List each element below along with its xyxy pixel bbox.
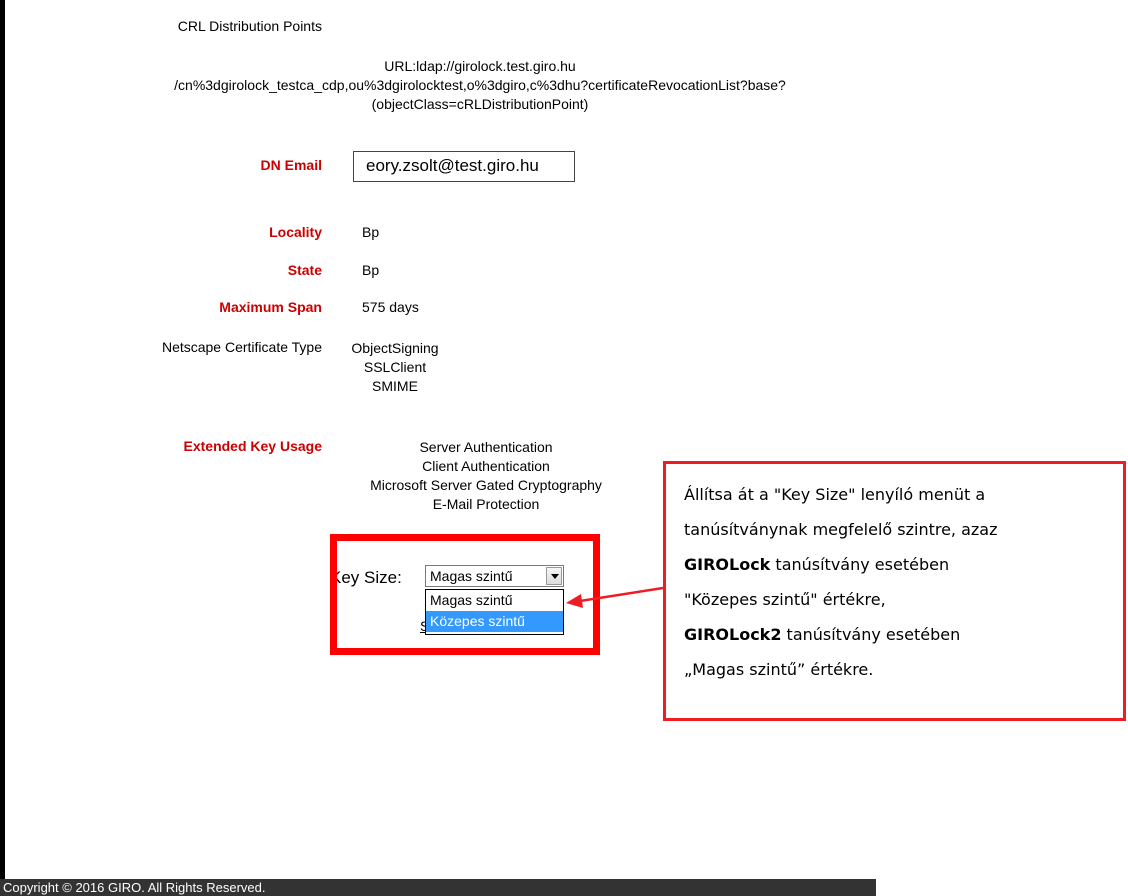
dn-email-field[interactable]: eory.zsolt@test.giro.hu bbox=[353, 151, 575, 182]
annotation-highlight-box bbox=[330, 534, 600, 655]
left-border bbox=[0, 0, 5, 896]
callout-line: Állítsa át a "Key Size" lenyíló menüt a bbox=[684, 485, 986, 504]
netscape-type-item: SSLClient bbox=[363, 359, 427, 375]
eku-item: Client Authentication bbox=[422, 458, 550, 474]
crl-line-1: URL:ldap://girolock.test.giro.hu bbox=[384, 58, 576, 74]
footer-copyright: Copyright © 2016 GIRO. All Rights Reserv… bbox=[0, 879, 876, 896]
netscape-type-label: Netscape Certificate Type bbox=[161, 339, 322, 355]
max-span-value: 575 days bbox=[362, 299, 419, 315]
eku-values: Server Authentication Client Authenticat… bbox=[346, 438, 626, 514]
callout-line: „Magas szintű” értékre. bbox=[684, 660, 874, 679]
max-span-label: Maximum Span bbox=[219, 299, 322, 315]
crl-line-2: /cn%3dgirolock_testca_cdp,ou%3dgirolockt… bbox=[174, 77, 786, 93]
callout-text: tanúsítvány esetében bbox=[770, 555, 950, 574]
eku-label: Extended Key Usage bbox=[183, 438, 323, 454]
callout-line: GIROLock2 tanúsítvány esetében bbox=[684, 617, 1123, 652]
instruction-callout: Állítsa át a "Key Size" lenyíló menüt a … bbox=[663, 461, 1126, 721]
locality-label: Locality bbox=[269, 224, 322, 240]
eku-item: Server Authentication bbox=[419, 439, 553, 455]
netscape-type-item: ObjectSigning bbox=[351, 340, 439, 356]
callout-line: GIROLock tanúsítvány esetében bbox=[684, 547, 1123, 582]
state-value: Bp bbox=[362, 262, 380, 278]
netscape-type-item: SMIME bbox=[372, 378, 418, 394]
crl-label: CRL Distribution Points bbox=[177, 18, 322, 34]
callout-line: tanúsítványnak megfelelő szintre, azaz bbox=[684, 520, 998, 539]
product-name-girolock: GIROLock bbox=[684, 555, 771, 574]
eku-item: Microsoft Server Gated Cryptography bbox=[370, 477, 602, 493]
netscape-type-values: ObjectSigning SSLClient SMIME bbox=[340, 339, 450, 396]
product-name-girolock2: GIROLock2 bbox=[684, 625, 782, 644]
callout-text: tanúsítvány esetében bbox=[781, 625, 961, 644]
dn-email-label: DN Email bbox=[260, 157, 322, 173]
crl-value: URL:ldap://girolock.test.giro.hu /cn%3dg… bbox=[120, 57, 840, 114]
eku-item: E-Mail Protection bbox=[432, 496, 540, 512]
state-label: State bbox=[287, 262, 322, 278]
locality-value: Bp bbox=[362, 224, 380, 240]
callout-line: "Közepes szintű" értékre, bbox=[684, 590, 886, 609]
crl-line-3: (objectClass=cRLDistributionPoint) bbox=[371, 96, 589, 112]
